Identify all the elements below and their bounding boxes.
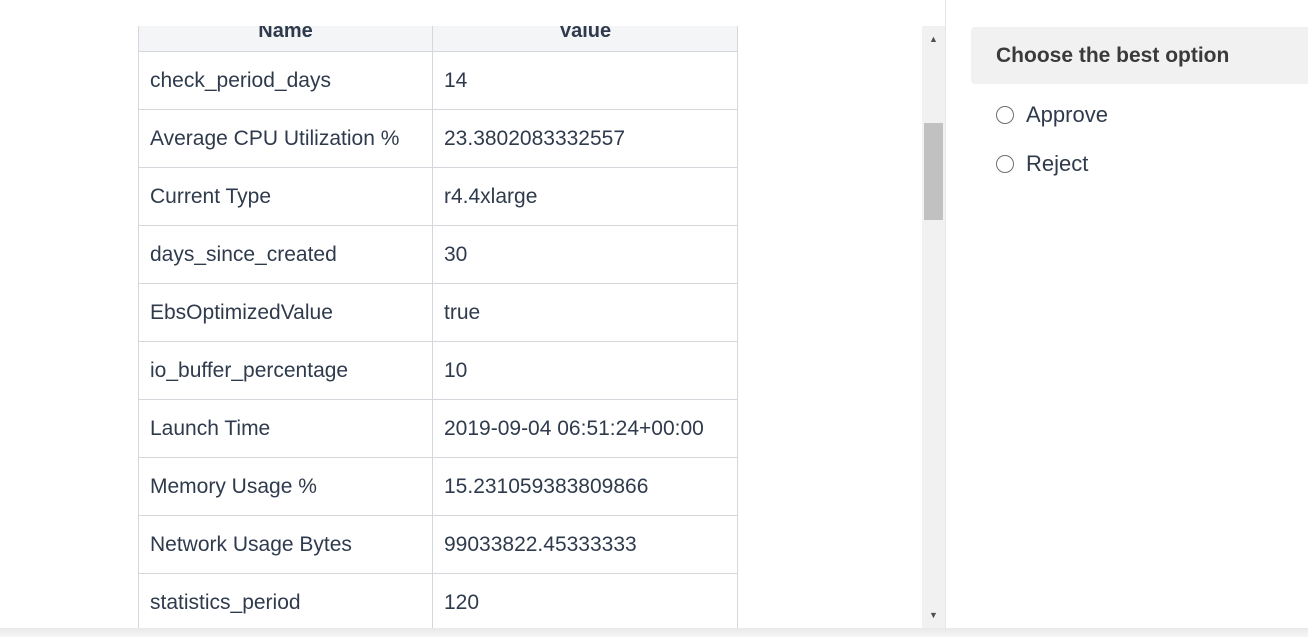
table-row: io_buffer_percentage 10 (138, 341, 738, 400)
row-name: days_since_created (138, 225, 433, 284)
table-header-row: Name Value (138, 26, 738, 52)
radio-approve[interactable] (996, 106, 1014, 124)
row-value: 99033822.45333333 (432, 515, 738, 574)
row-name: EbsOptimizedValue (138, 283, 433, 342)
row-value: 120 (432, 573, 738, 628)
vertical-scrollbar[interactable]: ▲ ▼ (922, 26, 945, 628)
table-row: Launch Time 2019-09-04 06:51:24+00:00 (138, 399, 738, 458)
scroll-up-arrow-icon[interactable]: ▲ (922, 29, 945, 49)
row-name: Current Type (138, 167, 433, 226)
option-reject[interactable]: Reject (996, 151, 1088, 177)
option-label: Approve (1026, 102, 1108, 127)
scroll-thumb[interactable] (924, 123, 943, 220)
table-row: EbsOptimizedValue true (138, 283, 738, 342)
row-value: 23.3802083332557 (432, 109, 738, 168)
question-pane: Choose the best option Approve Reject (946, 0, 1308, 628)
table-row: Average CPU Utilization % 23.38020833325… (138, 109, 738, 168)
table-row: Network Usage Bytes 99033822.45333333 (138, 515, 738, 574)
row-value: 14 (432, 51, 738, 110)
row-value: true (432, 283, 738, 342)
row-name: statistics_period (138, 573, 433, 628)
row-value: 15.231059383809866 (432, 457, 738, 516)
table-row: check_period_days 14 (138, 51, 738, 110)
scroll-down-arrow-icon[interactable]: ▼ (922, 605, 945, 625)
table-row: Current Type r4.4xlarge (138, 167, 738, 226)
column-header-value: Value (432, 26, 738, 52)
option-label: Reject (1026, 151, 1089, 176)
row-name: Network Usage Bytes (138, 515, 433, 574)
row-name: io_buffer_percentage (138, 341, 433, 400)
row-name: Average CPU Utilization % (138, 109, 433, 168)
radio-reject[interactable] (996, 155, 1014, 173)
row-name: Launch Time (138, 399, 433, 458)
row-name: check_period_days (138, 51, 433, 110)
column-header-name: Name (138, 26, 433, 52)
table-viewport: Name Value check_period_days 14 Average … (138, 26, 738, 628)
table-row: statistics_period 120 (138, 573, 738, 628)
row-value: 2019-09-04 06:51:24+00:00 (432, 399, 738, 458)
table-row: days_since_created 30 (138, 225, 738, 284)
option-approve[interactable]: Approve (996, 102, 1108, 128)
data-pane: Name Value check_period_days 14 Average … (0, 0, 922, 637)
bottom-edge (0, 628, 1308, 637)
row-value: 30 (432, 225, 738, 284)
row-value: r4.4xlarge (432, 167, 738, 226)
question-title: Choose the best option (971, 27, 1308, 84)
row-value: 10 (432, 341, 738, 400)
table-row: Memory Usage % 15.231059383809866 (138, 457, 738, 516)
attributes-table: Name Value check_period_days 14 Average … (138, 26, 738, 628)
row-name: Memory Usage % (138, 457, 433, 516)
